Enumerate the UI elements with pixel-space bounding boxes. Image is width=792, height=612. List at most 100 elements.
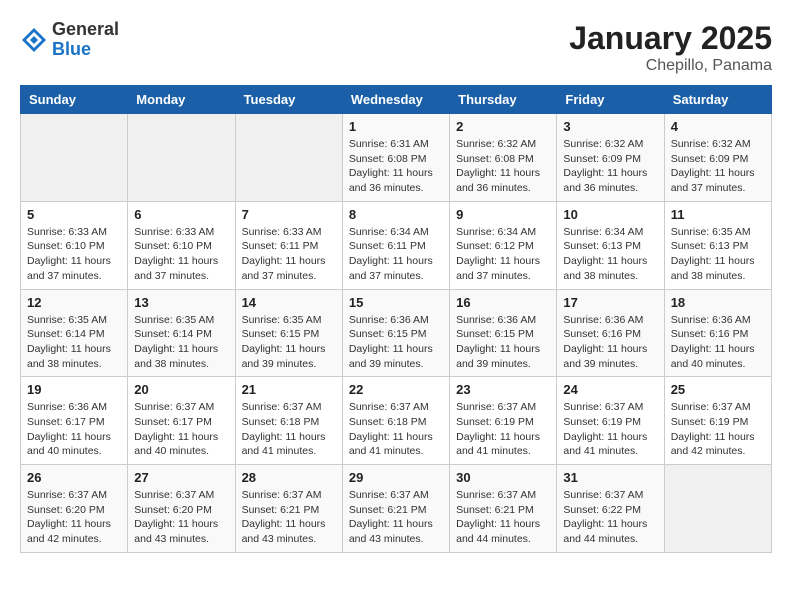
day-number: 14 [242, 295, 336, 310]
day-number: 27 [134, 470, 228, 485]
calendar-cell: 26 Sunrise: 6:37 AM Sunset: 6:20 PM Dayli… [21, 465, 128, 553]
calendar-cell: 3 Sunrise: 6:32 AM Sunset: 6:09 PM Daylig… [557, 114, 664, 202]
day-number: 13 [134, 295, 228, 310]
day-number: 6 [134, 207, 228, 222]
day-number: 20 [134, 382, 228, 397]
day-number: 17 [563, 295, 657, 310]
calendar-cell: 7 Sunrise: 6:33 AM Sunset: 6:11 PM Daylig… [235, 201, 342, 289]
calendar-cell [128, 114, 235, 202]
calendar-cell [235, 114, 342, 202]
day-info: Sunrise: 6:34 AM Sunset: 6:11 PM Dayligh… [349, 225, 443, 284]
weekday-header-row: SundayMondayTuesdayWednesdayThursdayFrid… [21, 86, 772, 114]
day-info: Sunrise: 6:35 AM Sunset: 6:13 PM Dayligh… [671, 225, 765, 284]
day-info: Sunrise: 6:34 AM Sunset: 6:12 PM Dayligh… [456, 225, 550, 284]
page-header: General Blue January 2025 Chepillo, Pana… [20, 20, 772, 75]
day-number: 7 [242, 207, 336, 222]
day-number: 2 [456, 119, 550, 134]
weekday-header-sunday: Sunday [21, 86, 128, 114]
calendar-cell: 8Sunrise: 6:34 AM Sunset: 6:11 PM Daylig… [342, 201, 449, 289]
calendar-cell: 11 Sunrise: 6:35 AM Sunset: 6:13 PM Dayli… [664, 201, 771, 289]
calendar-cell: 21Sunrise: 6:37 AM Sunset: 6:18 PM Dayli… [235, 377, 342, 465]
calendar-week-row: 1 Sunrise: 6:31 AM Sunset: 6:08 PM Daylig… [21, 114, 772, 202]
day-info: Sunrise: 6:37 AM Sunset: 6:18 PM Dayligh… [349, 400, 443, 459]
calendar-cell [664, 465, 771, 553]
day-info: Sunrise: 6:35 AM Sunset: 6:15 PM Dayligh… [242, 313, 336, 372]
day-number: 4 [671, 119, 765, 134]
calendar-cell: 20Sunrise: 6:37 AM Sunset: 6:17 PM Dayli… [128, 377, 235, 465]
day-info: Sunrise: 6:33 AM Sunset: 6:10 PM Dayligh… [27, 225, 121, 284]
day-number: 29 [349, 470, 443, 485]
calendar-cell: 13Sunrise: 6:35 AM Sunset: 6:14 PM Dayli… [128, 289, 235, 377]
day-info: Sunrise: 6:37 AM Sunset: 6:20 PM Dayligh… [27, 488, 121, 547]
calendar-cell: 5Sunrise: 6:33 AM Sunset: 6:10 PM Daylig… [21, 201, 128, 289]
calendar-cell: 29 Sunrise: 6:37 AM Sunset: 6:21 PM Dayli… [342, 465, 449, 553]
calendar-week-row: 19 Sunrise: 6:36 AM Sunset: 6:17 PM Dayli… [21, 377, 772, 465]
title-month: January 2025 [569, 20, 772, 57]
calendar-cell: 12Sunrise: 6:35 AM Sunset: 6:14 PM Dayli… [21, 289, 128, 377]
day-info: Sunrise: 6:37 AM Sunset: 6:18 PM Dayligh… [242, 400, 336, 459]
calendar-cell: 18 Sunrise: 6:36 AM Sunset: 6:16 PM Dayli… [664, 289, 771, 377]
day-number: 23 [456, 382, 550, 397]
day-number: 10 [563, 207, 657, 222]
day-info: Sunrise: 6:37 AM Sunset: 6:22 PM Dayligh… [563, 488, 657, 547]
day-number: 24 [563, 382, 657, 397]
calendar-cell [21, 114, 128, 202]
calendar-cell: 30 Sunrise: 6:37 AM Sunset: 6:21 PM Dayli… [450, 465, 557, 553]
day-info: Sunrise: 6:37 AM Sunset: 6:19 PM Dayligh… [671, 400, 765, 459]
day-info: Sunrise: 6:36 AM Sunset: 6:15 PM Dayligh… [349, 313, 443, 372]
weekday-header-monday: Monday [128, 86, 235, 114]
calendar-cell: 19 Sunrise: 6:36 AM Sunset: 6:17 PM Dayli… [21, 377, 128, 465]
weekday-header-saturday: Saturday [664, 86, 771, 114]
weekday-header-thursday: Thursday [450, 86, 557, 114]
day-info: Sunrise: 6:33 AM Sunset: 6:10 PM Dayligh… [134, 225, 228, 284]
day-info: Sunrise: 6:36 AM Sunset: 6:17 PM Dayligh… [27, 400, 121, 459]
day-info: Sunrise: 6:36 AM Sunset: 6:16 PM Dayligh… [671, 313, 765, 372]
calendar-cell: 4 Sunrise: 6:32 AM Sunset: 6:09 PM Daylig… [664, 114, 771, 202]
day-number: 28 [242, 470, 336, 485]
day-info: Sunrise: 6:36 AM Sunset: 6:15 PM Dayligh… [456, 313, 550, 372]
calendar-table: SundayMondayTuesdayWednesdayThursdayFrid… [20, 85, 772, 553]
calendar-cell: 28 Sunrise: 6:37 AM Sunset: 6:21 PM Dayli… [235, 465, 342, 553]
day-info: Sunrise: 6:37 AM Sunset: 6:21 PM Dayligh… [242, 488, 336, 547]
title-block: January 2025 Chepillo, Panama [569, 20, 772, 75]
day-number: 11 [671, 207, 765, 222]
title-location: Chepillo, Panama [569, 57, 772, 75]
day-number: 31 [563, 470, 657, 485]
day-number: 9 [456, 207, 550, 222]
day-info: Sunrise: 6:35 AM Sunset: 6:14 PM Dayligh… [27, 313, 121, 372]
day-number: 19 [27, 382, 121, 397]
day-info: Sunrise: 6:32 AM Sunset: 6:09 PM Dayligh… [671, 137, 765, 196]
day-number: 15 [349, 295, 443, 310]
calendar-cell: 22Sunrise: 6:37 AM Sunset: 6:18 PM Dayli… [342, 377, 449, 465]
calendar-cell: 15 Sunrise: 6:36 AM Sunset: 6:15 PM Dayli… [342, 289, 449, 377]
calendar-cell: 1 Sunrise: 6:31 AM Sunset: 6:08 PM Daylig… [342, 114, 449, 202]
calendar-cell: 27Sunrise: 6:37 AM Sunset: 6:20 PM Dayli… [128, 465, 235, 553]
calendar-week-row: 12Sunrise: 6:35 AM Sunset: 6:14 PM Dayli… [21, 289, 772, 377]
logo-general: General [52, 20, 119, 40]
weekday-header-wednesday: Wednesday [342, 86, 449, 114]
calendar-cell: 24Sunrise: 6:37 AM Sunset: 6:19 PM Dayli… [557, 377, 664, 465]
calendar-cell: 23 Sunrise: 6:37 AM Sunset: 6:19 PM Dayli… [450, 377, 557, 465]
logo-icon [20, 26, 48, 54]
weekday-header-friday: Friday [557, 86, 664, 114]
day-info: Sunrise: 6:36 AM Sunset: 6:16 PM Dayligh… [563, 313, 657, 372]
day-info: Sunrise: 6:37 AM Sunset: 6:21 PM Dayligh… [456, 488, 550, 547]
day-number: 16 [456, 295, 550, 310]
day-number: 1 [349, 119, 443, 134]
calendar-cell: 25 Sunrise: 6:37 AM Sunset: 6:19 PM Dayli… [664, 377, 771, 465]
day-info: Sunrise: 6:33 AM Sunset: 6:11 PM Dayligh… [242, 225, 336, 284]
day-info: Sunrise: 6:37 AM Sunset: 6:19 PM Dayligh… [456, 400, 550, 459]
day-info: Sunrise: 6:37 AM Sunset: 6:21 PM Dayligh… [349, 488, 443, 547]
day-number: 3 [563, 119, 657, 134]
day-info: Sunrise: 6:34 AM Sunset: 6:13 PM Dayligh… [563, 225, 657, 284]
calendar-cell: 16 Sunrise: 6:36 AM Sunset: 6:15 PM Dayli… [450, 289, 557, 377]
day-info: Sunrise: 6:31 AM Sunset: 6:08 PM Dayligh… [349, 137, 443, 196]
calendar-cell: 9 Sunrise: 6:34 AM Sunset: 6:12 PM Daylig… [450, 201, 557, 289]
day-number: 30 [456, 470, 550, 485]
day-number: 18 [671, 295, 765, 310]
calendar-cell: 31 Sunrise: 6:37 AM Sunset: 6:22 PM Dayli… [557, 465, 664, 553]
day-info: Sunrise: 6:32 AM Sunset: 6:09 PM Dayligh… [563, 137, 657, 196]
calendar-cell: 14 Sunrise: 6:35 AM Sunset: 6:15 PM Dayli… [235, 289, 342, 377]
day-number: 25 [671, 382, 765, 397]
day-number: 26 [27, 470, 121, 485]
